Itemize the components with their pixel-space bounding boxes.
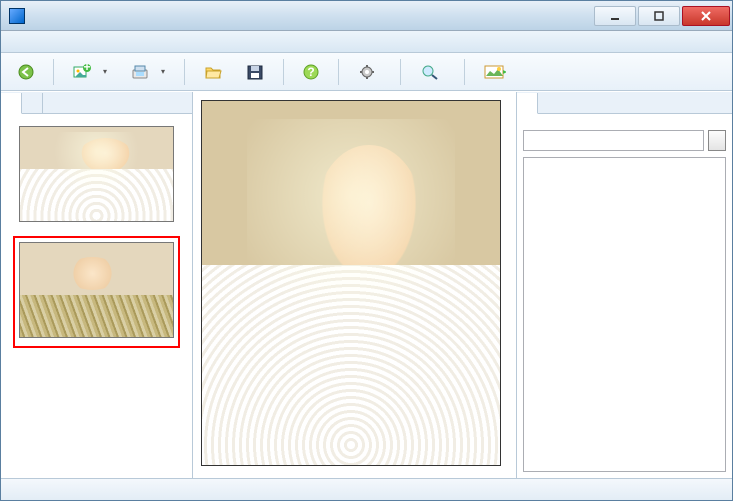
apply-all-button[interactable] [708,130,726,151]
main-area [1,91,732,478]
chevron-down-icon: ▾ [103,67,107,76]
settings-button[interactable] [349,60,390,84]
toolbar-divider [283,59,284,85]
scan-file-button[interactable]: ▾ [122,60,174,84]
preview-button[interactable] [411,60,454,84]
preview-pane [193,92,516,478]
help-button[interactable]: ? [294,60,328,84]
menubar [1,31,732,53]
app-window: + ▾ ▾ ? [0,0,733,501]
svg-text:?: ? [307,65,314,79]
magnifier-icon [420,64,440,80]
thumbnail-item[interactable] [13,120,180,232]
nav-back-button[interactable] [9,60,43,84]
effect-listbox[interactable] [523,157,726,472]
toolbar-divider [53,59,54,85]
tab-music[interactable] [22,93,43,114]
statusbar [1,478,732,500]
thumbnail-image [19,126,174,222]
toolbar: + ▾ ▾ ? [1,53,732,91]
save-button[interactable] [237,60,273,84]
thumbnail-list[interactable] [1,114,192,478]
thumbnail-item[interactable] [13,236,180,348]
titlebar[interactable] [1,1,732,31]
slideshow-icon [484,64,506,80]
right-pane [516,92,732,478]
open-button[interactable] [195,60,231,84]
gear-icon [358,64,376,80]
chevron-down-icon: ▾ [161,67,165,76]
svg-text:+: + [83,64,90,74]
right-tabs [517,92,732,114]
help-icon: ? [303,64,319,80]
arrow-left-icon [18,64,34,80]
close-button[interactable] [682,6,730,26]
scanner-icon [131,64,149,80]
tab-thumbnails[interactable] [1,93,22,114]
preview-image [201,100,501,466]
left-tabs [1,92,192,114]
effect-current-input[interactable] [523,130,704,151]
app-icon [9,8,25,24]
tab-transition[interactable] [517,93,538,114]
toolbar-divider [400,59,401,85]
toolbar-divider [338,59,339,85]
left-pane [1,92,193,478]
maximize-button[interactable] [638,6,680,26]
create-slides-button[interactable] [475,60,520,84]
minimize-button[interactable] [594,6,636,26]
thumbnail-image [19,242,174,338]
toolbar-divider [464,59,465,85]
floppy-disk-icon [246,64,264,80]
add-image-icon: + [73,64,91,80]
add-image-button[interactable]: + ▾ [64,60,116,84]
folder-open-icon [204,64,222,80]
toolbar-divider [184,59,185,85]
